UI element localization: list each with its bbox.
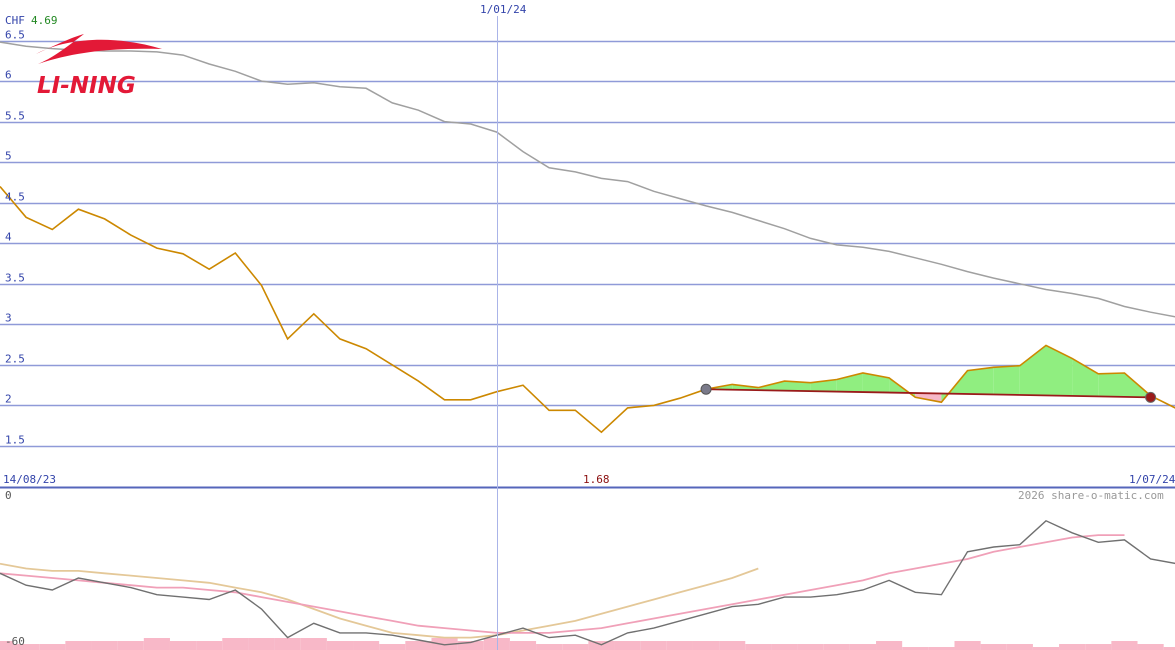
osc-fast-average-line (0, 534, 1125, 634)
price-y-ticks: 1.5 2 2.5 3 3.5 4 4.5 5 5.5 6 6.5 (5, 29, 25, 447)
volume-bar (1137, 644, 1164, 650)
volume-bar (771, 644, 798, 650)
volume-bar (300, 638, 327, 650)
watermark: 2026 share-o-matic.com (1018, 489, 1164, 502)
y-tick-label: 2 (5, 393, 12, 406)
chart-canvas: 1.5 2 2.5 3 3.5 4 4.5 5 5.5 6 6.5 LI-NING CHF 4.69… (0, 3, 1175, 650)
volume-bar (379, 644, 406, 650)
volume-bar (980, 644, 1007, 650)
volume-bar (353, 641, 380, 650)
oscillator-panel (0, 519, 1175, 650)
volume-bar (614, 641, 641, 650)
volume-bar (169, 641, 197, 650)
volume-bar (640, 641, 667, 650)
volume-bar (745, 644, 772, 650)
volume-bar (117, 641, 144, 650)
osc-min-label: -60 (5, 635, 25, 648)
brand-logo: LI-NING (36, 34, 162, 99)
gain-segment (967, 367, 994, 395)
y-tick-label: 3 (5, 312, 12, 325)
moving-average-series (0, 41, 1175, 318)
currency-label: CHF (5, 14, 25, 27)
gain-segment (1072, 358, 1099, 397)
y-tick-label: 4 (5, 231, 12, 244)
volume-bar (692, 641, 720, 650)
volume-bar (326, 641, 354, 650)
last-value-label: 4.69 (31, 14, 58, 27)
volume-bar (196, 641, 223, 650)
volume-bar (509, 641, 537, 650)
gain-segment (1098, 373, 1125, 397)
osc-zero-label: 0 (5, 489, 12, 502)
volume-bar (274, 638, 301, 650)
y-tick-label: 5 (5, 150, 12, 163)
trend-start-marker (700, 383, 712, 395)
logo-wordmark: LI-NING (37, 73, 136, 99)
volume-bar (1059, 644, 1086, 650)
volume-bar (797, 644, 824, 650)
gain-segment (993, 365, 1020, 395)
volume-bar (222, 638, 249, 650)
moving-average-line (0, 41, 1175, 318)
gain-segment (1046, 345, 1073, 396)
volume-bar (954, 641, 981, 650)
gain-segment (1019, 345, 1046, 396)
volume-bar (1085, 644, 1112, 650)
osc-slow-average-line (0, 562, 759, 639)
oscillator-line (0, 519, 1175, 646)
volume-bar (143, 638, 170, 650)
volume-bar (91, 641, 118, 650)
volume-bar (536, 644, 563, 650)
volume-bar (483, 638, 510, 650)
volume-bar (849, 644, 877, 650)
volume-bar (823, 644, 850, 650)
volume-bar (666, 641, 693, 650)
volume-bar (1111, 641, 1138, 650)
volume-bar (1006, 644, 1033, 650)
y-tick-label: 4.5 (5, 191, 25, 204)
volume-bar (39, 644, 66, 650)
date-end-label: 1/07/24 (1129, 473, 1175, 486)
volume-bar (248, 638, 275, 650)
date-start-label: 14/08/23 (3, 473, 56, 486)
min-value-label: 1.68 (583, 473, 610, 486)
y-tick-label: 2.5 (5, 353, 25, 366)
date-marker-label: 1/01/24 (480, 3, 527, 16)
y-tick-label: 6 (5, 69, 12, 82)
trend-end-marker (1145, 391, 1157, 403)
volume-bar (876, 641, 903, 650)
volume-bar (65, 641, 92, 650)
y-tick-label: 6.5 (5, 29, 25, 42)
volume-bar (562, 644, 589, 650)
volume-bar (719, 641, 746, 650)
y-tick-label: 5.5 (5, 110, 25, 123)
y-tick-label: 1.5 (5, 434, 25, 447)
y-tick-label: 3.5 (5, 272, 25, 285)
